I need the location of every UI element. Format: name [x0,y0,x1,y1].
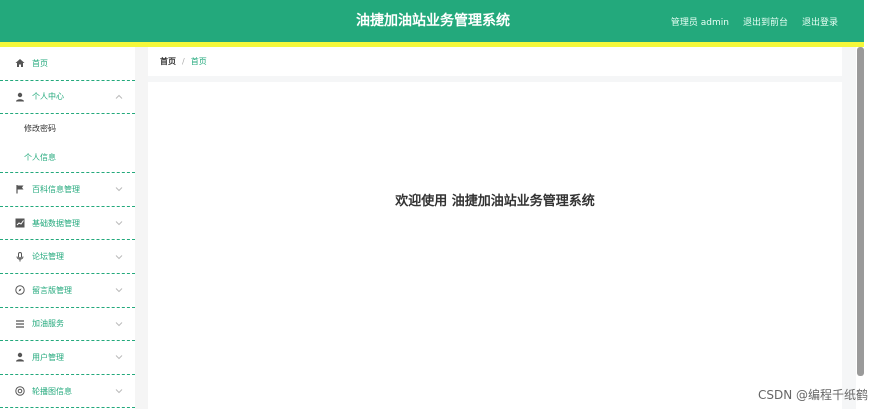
sidebar-item-home[interactable]: 首页 [0,47,135,81]
sidebar-item-user-management[interactable]: 用户管理 [0,341,135,375]
sidebar-item-label: 论坛管理 [32,252,64,262]
sidebar-item-label: 百科信息管理 [32,184,80,194]
user-icon [14,351,26,363]
compass-icon [14,284,26,296]
sidebar-item-personal-center[interactable]: 个人中心 [0,81,135,115]
logout-link[interactable]: 退出登录 [802,15,838,28]
top-header: 油捷加油站业务管理系统 管理员 admin 退出到前台 退出登录 [0,0,864,42]
personal-center-submenu: 修改密码 个人信息 [0,114,135,174]
sidebar-item-forum[interactable]: 论坛管理 [0,240,135,274]
exit-to-front-link[interactable]: 退出到前台 [743,15,788,28]
chevron-down-icon [115,185,123,194]
main-area: 首页 / 首页 欢迎使用 油捷加油站业务管理系统 [148,47,856,409]
sidebar-menu: 首页 个人中心 修改密码 个人信息 百科信息管理 基础数据管理 论坛管理 留言版… [0,47,135,409]
sidebar-item-label: 基础数据管理 [32,218,80,228]
chart-icon [14,217,26,229]
welcome-message: 欢迎使用 油捷加油站业务管理系统 [395,194,595,209]
submenu-item-personal-info[interactable]: 个人信息 [0,143,135,172]
chevron-down-icon [115,319,123,328]
chevron-down-icon [115,353,123,362]
sidebar-item-label: 加油服务 [32,319,64,329]
sidebar-item-base-data[interactable]: 基础数据管理 [0,207,135,241]
mic-icon [14,251,26,263]
chevron-up-icon [115,92,123,101]
settings-icon [14,385,26,397]
sidebar-item-label: 轮播图信息 [32,386,72,396]
sidebar-item-label: 留言版管理 [32,285,72,295]
breadcrumb: 首页 / 首页 [148,47,842,76]
sidebar-item-encyclopedia[interactable]: 百科信息管理 [0,173,135,207]
breadcrumb-current: 首页 [190,57,207,66]
chevron-down-icon [115,252,123,261]
sidebar-item-carousel[interactable]: 轮播图信息 [0,375,135,409]
chevron-down-icon [115,286,123,295]
vertical-scrollbar[interactable] [857,47,864,376]
breadcrumb-separator: / [182,57,185,66]
header-actions: 管理员 admin 退出到前台 退出登录 [671,0,838,42]
content-panel: 欢迎使用 油捷加油站业务管理系统 [148,82,842,409]
home-icon [14,57,26,69]
sidebar-item-refuel-service[interactable]: 加油服务 [0,308,135,342]
sidebar-item-label: 个人中心 [32,92,64,102]
flag-icon [14,183,26,195]
user-icon [14,91,26,103]
breadcrumb-root[interactable]: 首页 [160,56,176,67]
watermark: CSDN @编程千纸鹤 [757,388,868,402]
sidebar-item-message-board[interactable]: 留言版管理 [0,274,135,308]
submenu-item-change-password[interactable]: 修改密码 [0,114,135,143]
app-root: 油捷加油站业务管理系统 管理员 admin 退出到前台 退出登录 首页 个人中心… [0,0,876,409]
list-icon [14,318,26,330]
sidebar-item-label: 首页 [32,58,48,68]
chevron-down-icon [115,219,123,228]
sidebar-gutter [135,47,148,409]
sidebar-item-label: 用户管理 [32,352,64,362]
chevron-down-icon [115,387,123,396]
current-user-label: 管理员 admin [670,17,729,28]
